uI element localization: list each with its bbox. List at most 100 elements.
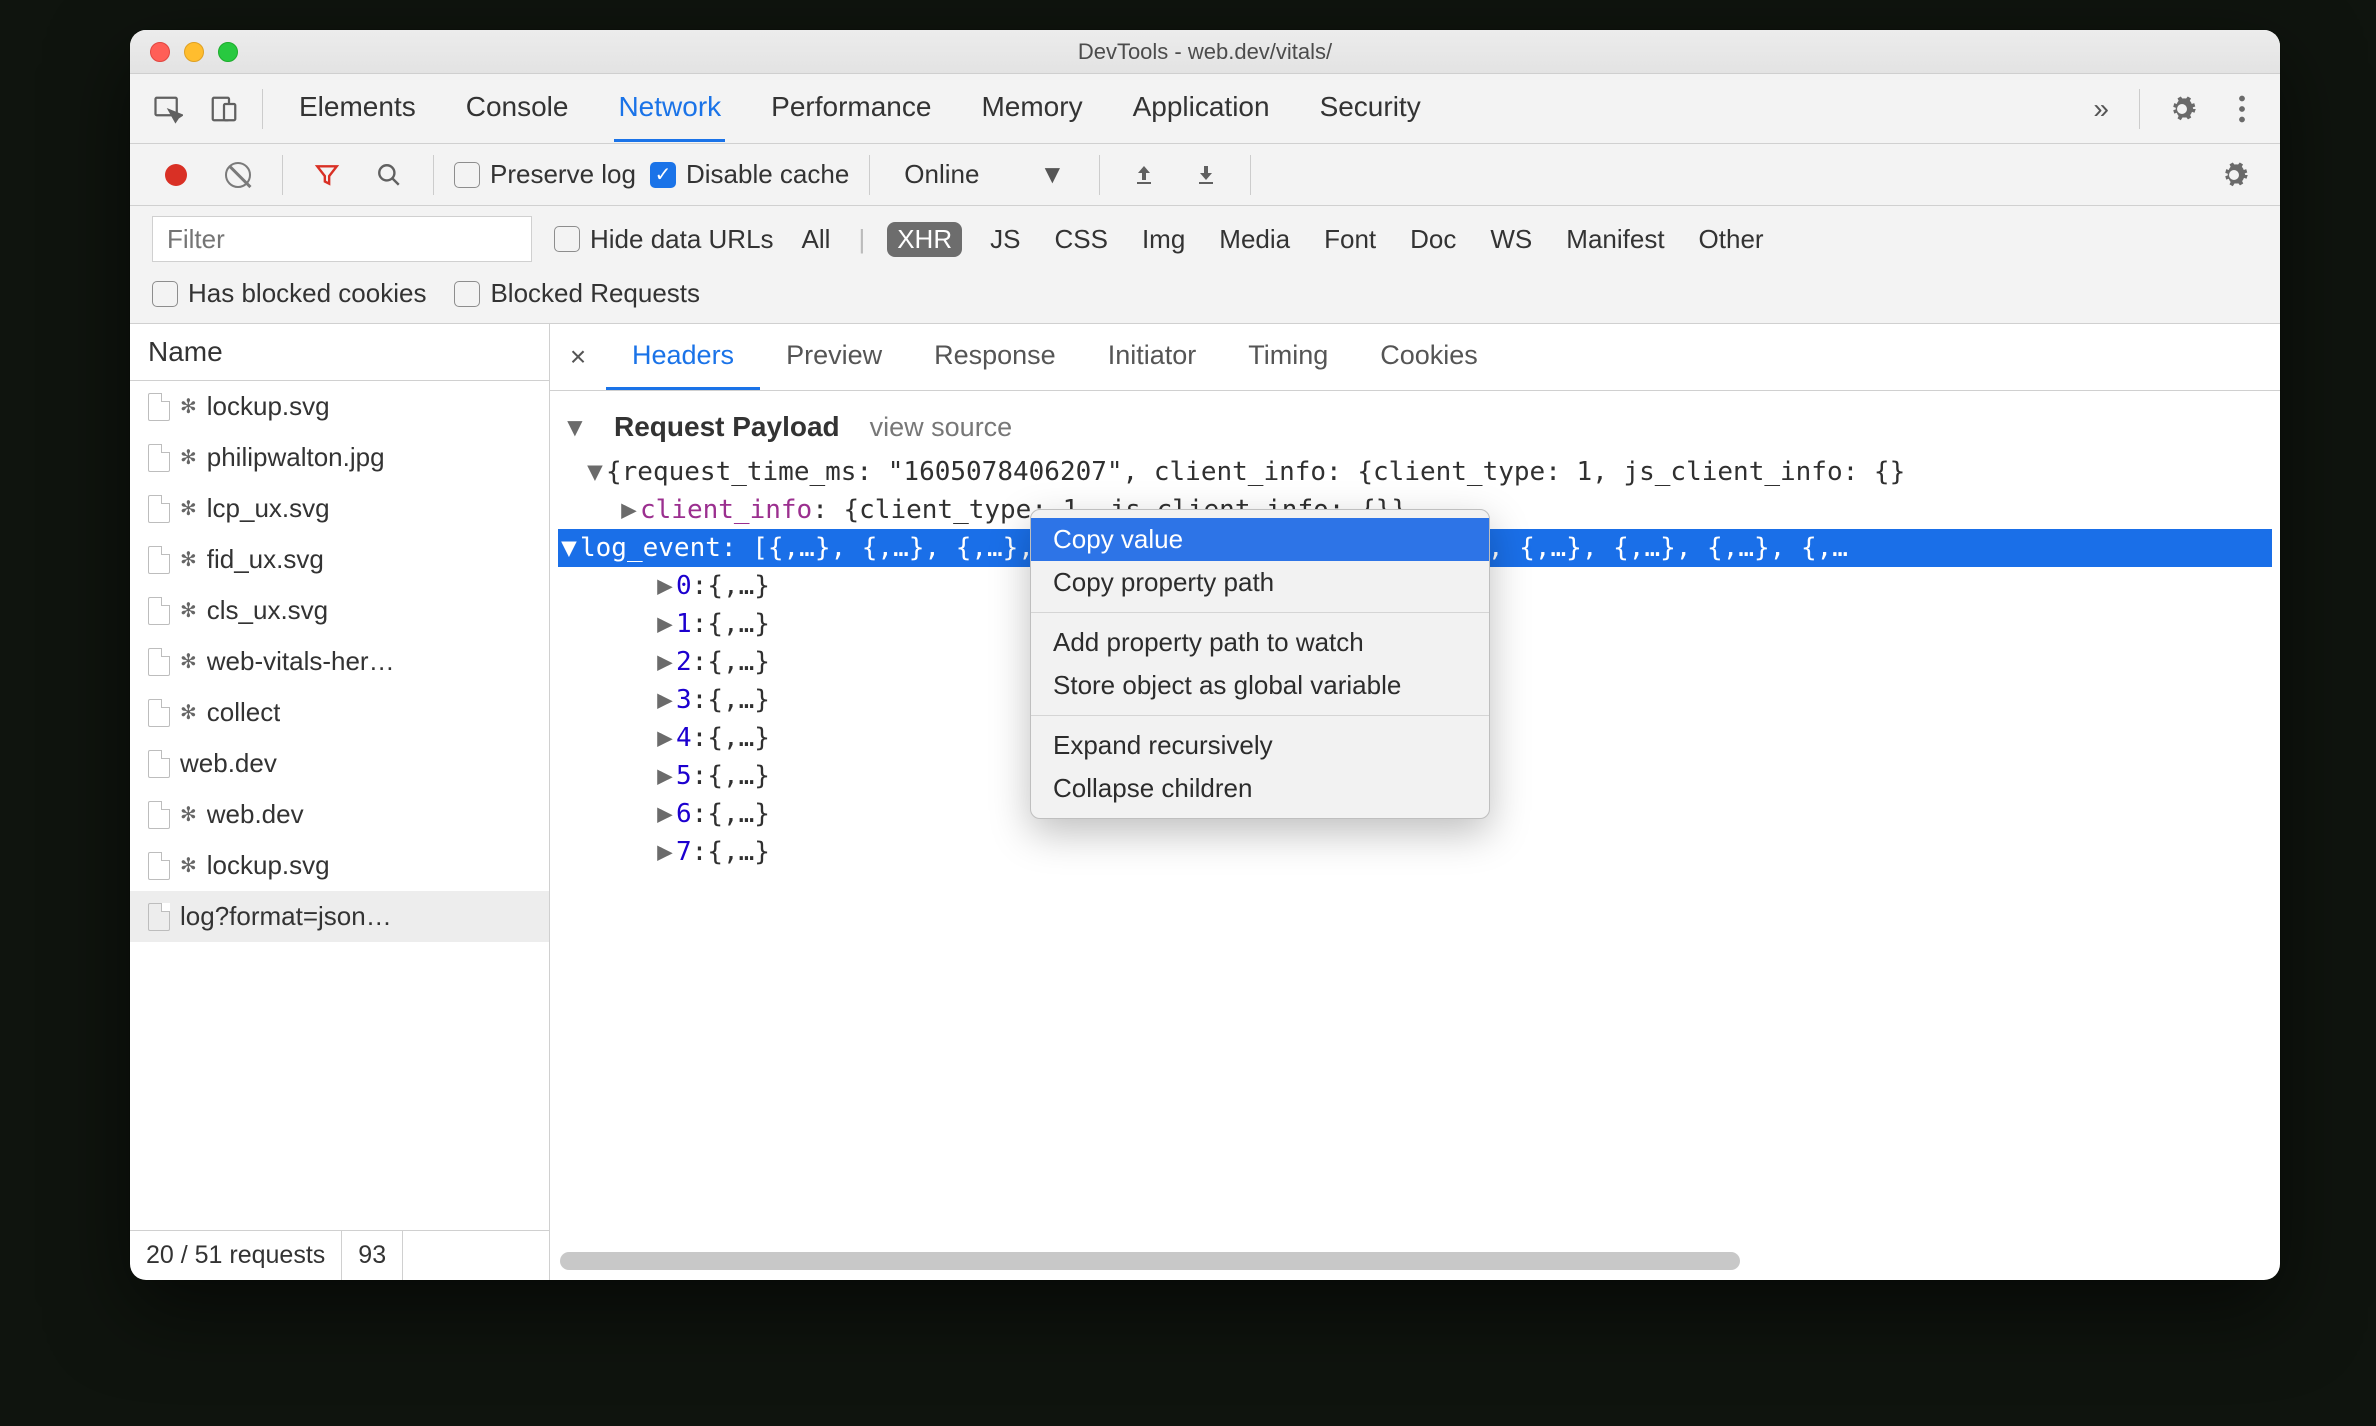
panel-tab-elements[interactable]: Elements xyxy=(295,75,420,142)
caret-right-icon[interactable]: ▶ xyxy=(654,647,676,677)
blocked-requests-checkbox[interactable]: Blocked Requests xyxy=(454,278,700,309)
document-icon xyxy=(148,903,170,931)
document-icon xyxy=(148,495,170,523)
requests-count: 20 / 51 requests xyxy=(130,1231,342,1280)
filter-type-css[interactable]: CSS xyxy=(1048,222,1113,257)
request-row[interactable]: ✻web.dev xyxy=(130,789,549,840)
filter-type-manifest[interactable]: Manifest xyxy=(1560,222,1670,257)
clear-icon[interactable] xyxy=(214,151,262,199)
download-har-icon[interactable] xyxy=(1182,151,1230,199)
filter-type-all[interactable]: All xyxy=(796,222,837,257)
context-menu-item[interactable]: Collapse children xyxy=(1031,767,1489,810)
filter-type-media[interactable]: Media xyxy=(1213,222,1296,257)
panel-tab-memory[interactable]: Memory xyxy=(977,75,1086,142)
device-toolbar-icon[interactable] xyxy=(200,85,248,133)
index-key: 7 xyxy=(676,837,692,867)
section-caret-icon[interactable]: ▼ xyxy=(562,412,584,443)
filter-icon[interactable] xyxy=(303,151,351,199)
disable-cache-checkbox[interactable]: ✓Disable cache xyxy=(650,159,849,190)
throttling-select[interactable]: Online ▼ xyxy=(890,159,1079,190)
request-row[interactable]: ✻collect xyxy=(130,687,549,738)
request-row[interactable]: ✻lockup.svg xyxy=(130,381,549,432)
context-menu-item[interactable]: Store object as global variable xyxy=(1031,664,1489,707)
context-menu-item[interactable]: Expand recursively xyxy=(1031,724,1489,767)
network-settings-icon[interactable] xyxy=(2210,151,2258,199)
request-row[interactable]: ✻lcp_ux.svg xyxy=(130,483,549,534)
filter-type-img[interactable]: Img xyxy=(1136,222,1191,257)
detail-tab-preview[interactable]: Preview xyxy=(760,324,908,390)
document-icon xyxy=(148,444,170,472)
context-menu-item[interactable]: Copy value xyxy=(1031,518,1489,561)
index-key: 5 xyxy=(676,761,692,791)
hide-data-urls-checkbox[interactable]: Hide data URLs xyxy=(554,224,774,255)
record-icon[interactable] xyxy=(152,151,200,199)
index-value: {,…} xyxy=(707,647,770,677)
caret-right-icon[interactable]: ▶ xyxy=(654,571,676,601)
request-row[interactable]: ✻cls_ux.svg xyxy=(130,585,549,636)
filter-type-ws[interactable]: WS xyxy=(1484,222,1538,257)
throttling-value: Online xyxy=(904,159,979,190)
horizontal-scrollbar[interactable] xyxy=(560,1252,2246,1270)
document-icon xyxy=(148,597,170,625)
panel-tab-security[interactable]: Security xyxy=(1316,75,1425,142)
caret-down-icon[interactable]: ▼ xyxy=(558,533,580,563)
preserve-log-label: Preserve log xyxy=(490,159,636,190)
caret-down-icon[interactable]: ▼ xyxy=(584,457,606,487)
document-icon xyxy=(148,801,170,829)
panel-tab-console[interactable]: Console xyxy=(462,75,573,142)
detail-tab-headers[interactable]: Headers xyxy=(606,324,760,390)
settings-icon[interactable] xyxy=(2158,85,2206,133)
filter-type-other[interactable]: Other xyxy=(1693,222,1770,257)
search-icon[interactable] xyxy=(365,151,413,199)
upload-har-icon[interactable] xyxy=(1120,151,1168,199)
inspect-element-icon[interactable] xyxy=(144,85,192,133)
request-row[interactable]: ✻philipwalton.jpg xyxy=(130,432,549,483)
detail-tab-cookies[interactable]: Cookies xyxy=(1354,324,1504,390)
status-extra: 93 xyxy=(342,1231,403,1280)
more-panels-icon[interactable]: » xyxy=(2081,93,2121,125)
request-row[interactable]: web.dev xyxy=(130,738,549,789)
detail-tab-timing[interactable]: Timing xyxy=(1222,324,1354,390)
request-row[interactable]: ✻web-vitals-her… xyxy=(130,636,549,687)
caret-right-icon[interactable]: ▶ xyxy=(618,495,640,525)
detail-tab-response[interactable]: Response xyxy=(908,324,1082,390)
detail-tab-initiator[interactable]: Initiator xyxy=(1082,324,1223,390)
close-detail-icon[interactable]: × xyxy=(550,341,606,373)
filter-type-doc[interactable]: Doc xyxy=(1404,222,1462,257)
kebab-menu-icon[interactable] xyxy=(2218,85,2266,133)
filter-type-font[interactable]: Font xyxy=(1318,222,1382,257)
panel-tab-application[interactable]: Application xyxy=(1129,75,1274,142)
payload-root-line[interactable]: ▼ {request_time_ms: "1605078406207", cli… xyxy=(558,453,2272,491)
filter-type-js[interactable]: JS xyxy=(984,222,1026,257)
caret-right-icon[interactable]: ▶ xyxy=(654,761,676,791)
caret-right-icon[interactable]: ▶ xyxy=(654,837,676,867)
request-row[interactable]: ✻lockup.svg xyxy=(130,840,549,891)
panel-tab-performance[interactable]: Performance xyxy=(767,75,935,142)
request-row[interactable]: log?format=json… xyxy=(130,891,549,942)
document-icon xyxy=(148,393,170,421)
has-blocked-cookies-checkbox[interactable]: Has blocked cookies xyxy=(152,278,426,309)
section-title: Request Payload xyxy=(614,411,840,443)
name-column-header[interactable]: Name xyxy=(130,324,549,381)
index-value: {,…} xyxy=(707,799,770,829)
filter-input[interactable] xyxy=(152,216,532,262)
request-row[interactable]: ✻fid_ux.svg xyxy=(130,534,549,585)
panel-tab-network[interactable]: Network xyxy=(614,75,725,142)
caret-right-icon[interactable]: ▶ xyxy=(654,685,676,715)
request-name: collect xyxy=(207,697,281,728)
gear-icon: ✻ xyxy=(180,649,197,674)
context-menu-item[interactable]: Copy property path xyxy=(1031,561,1489,604)
context-menu-item[interactable]: Add property path to watch xyxy=(1031,621,1489,664)
caret-right-icon[interactable]: ▶ xyxy=(654,609,676,639)
caret-right-icon[interactable]: ▶ xyxy=(654,723,676,753)
detail-tab-strip: × HeadersPreviewResponseInitiatorTimingC… xyxy=(550,324,2280,391)
filter-type-xhr[interactable]: XHR xyxy=(887,222,962,257)
payload-index-line[interactable]: ▶ 7: {,…} xyxy=(558,833,2272,871)
preserve-log-checkbox[interactable]: Preserve log xyxy=(454,159,636,190)
caret-right-icon[interactable]: ▶ xyxy=(654,799,676,829)
index-key: 6 xyxy=(676,799,692,829)
request-list-panel: Name ✻lockup.svg✻philipwalton.jpg✻lcp_ux… xyxy=(130,324,550,1280)
document-icon xyxy=(148,648,170,676)
view-source-link[interactable]: view source xyxy=(870,412,1013,443)
blocked-requests-label: Blocked Requests xyxy=(490,278,700,309)
